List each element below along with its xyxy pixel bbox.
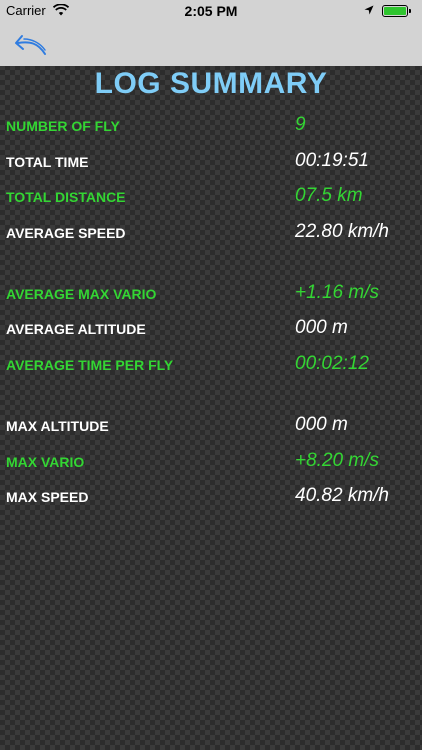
- summary-row-value: 40.82 km/h: [295, 485, 389, 506]
- location-arrow-icon: [364, 5, 374, 15]
- summary-row-label: AVERAGE ALTITUDE: [6, 321, 146, 337]
- summary-row: AVERAGE MAX VARIO +1.16 m/s: [0, 280, 422, 308]
- summary-row: AVERAGE ALTITUDE 000 m: [0, 315, 422, 343]
- summary-row-value: 9: [295, 114, 306, 135]
- summary-row: MAX SPEED 40.82 km/h: [0, 483, 422, 511]
- summary-row: MAX ALTITUDE 000 m: [0, 412, 422, 440]
- page-title: LOG SUMMARY: [94, 67, 328, 100]
- summary-row: MAX VARIO +8.20 m/s: [0, 448, 422, 476]
- summary-row-label: AVERAGE SPEED: [6, 225, 126, 241]
- summary-row-label: MAX ALTITUDE: [6, 418, 109, 434]
- summary-row-label: NUMBER OF FLY: [6, 118, 120, 134]
- back-arrow-icon[interactable]: [14, 30, 54, 58]
- summary-row-label: AVERAGE MAX VARIO: [6, 286, 157, 302]
- navigation-bar: [0, 22, 422, 66]
- status-bar: Carrier 2:05 PM: [0, 0, 422, 22]
- summary-row-value: +8.20 m/s: [295, 450, 379, 471]
- summary-row-label: MAX SPEED: [6, 489, 89, 505]
- summary-row-value: 000 m: [295, 414, 348, 435]
- battery-icon: [382, 5, 408, 17]
- summary-row: AVERAGE TIME PER FLY 00:02:12: [0, 351, 422, 379]
- summary-row-value: 22.80 km/h: [295, 221, 389, 242]
- status-time: 2:05 PM: [184, 3, 238, 19]
- summary-row-value: +1.16 m/s: [295, 282, 379, 303]
- battery-tip: [409, 9, 411, 13]
- summary-row-value: 000 m: [295, 317, 348, 338]
- summary-row-label: AVERAGE TIME PER FLY: [6, 357, 174, 373]
- summary-row-label: TOTAL DISTANCE: [6, 189, 126, 205]
- summary-row-value: 00:02:12: [295, 353, 369, 374]
- summary-row-value: 00:19:51: [295, 150, 369, 171]
- summary-row: NUMBER OF FLY 9: [0, 112, 422, 140]
- summary-row-label: TOTAL TIME: [6, 154, 89, 170]
- summary-row: TOTAL TIME 00:19:51: [0, 148, 422, 176]
- summary-row: TOTAL DISTANCE 07.5 km: [0, 183, 422, 211]
- summary-row-value: 07.5 km: [295, 185, 363, 206]
- summary-row-label: MAX VARIO: [6, 454, 85, 470]
- summary-row: AVERAGE SPEED 22.80 km/h: [0, 219, 422, 247]
